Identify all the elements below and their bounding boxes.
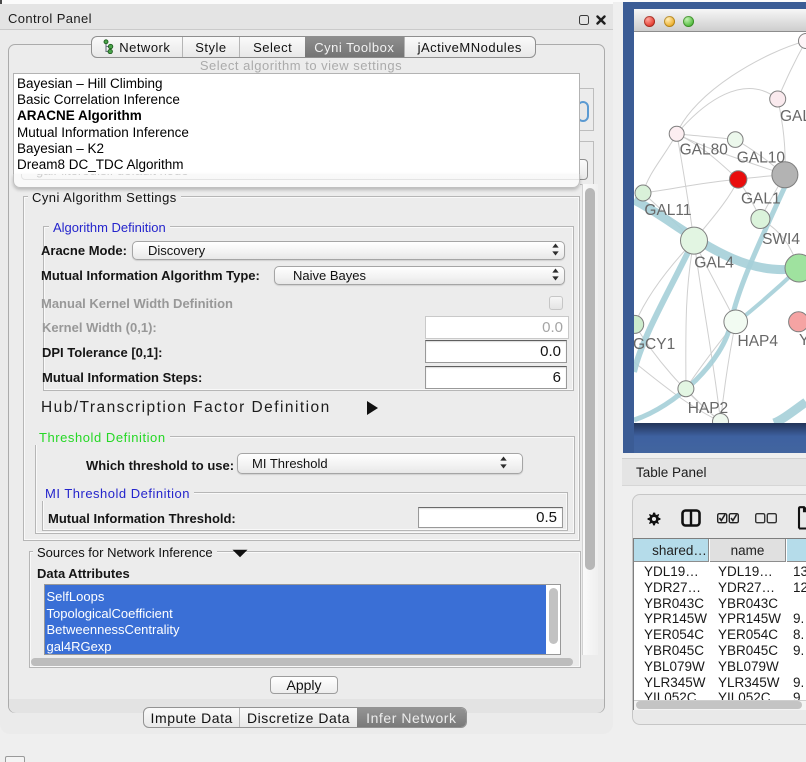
svg-text:HAP4: HAP4: [738, 333, 779, 350]
svg-text:GCY1: GCY1: [634, 336, 675, 353]
svg-text:SWI4: SWI4: [762, 231, 800, 248]
svg-text:GAL: GAL: [780, 108, 806, 125]
svg-text:GAL80: GAL80: [680, 142, 729, 159]
svg-text:HAP2: HAP2: [688, 400, 729, 417]
svg-text:GAL1: GAL1: [741, 191, 781, 208]
svg-text:GAL4: GAL4: [694, 255, 734, 272]
svg-text:GAL10: GAL10: [737, 150, 786, 167]
svg-text:Y: Y: [799, 332, 806, 349]
svg-text:GAL11: GAL11: [644, 202, 691, 219]
